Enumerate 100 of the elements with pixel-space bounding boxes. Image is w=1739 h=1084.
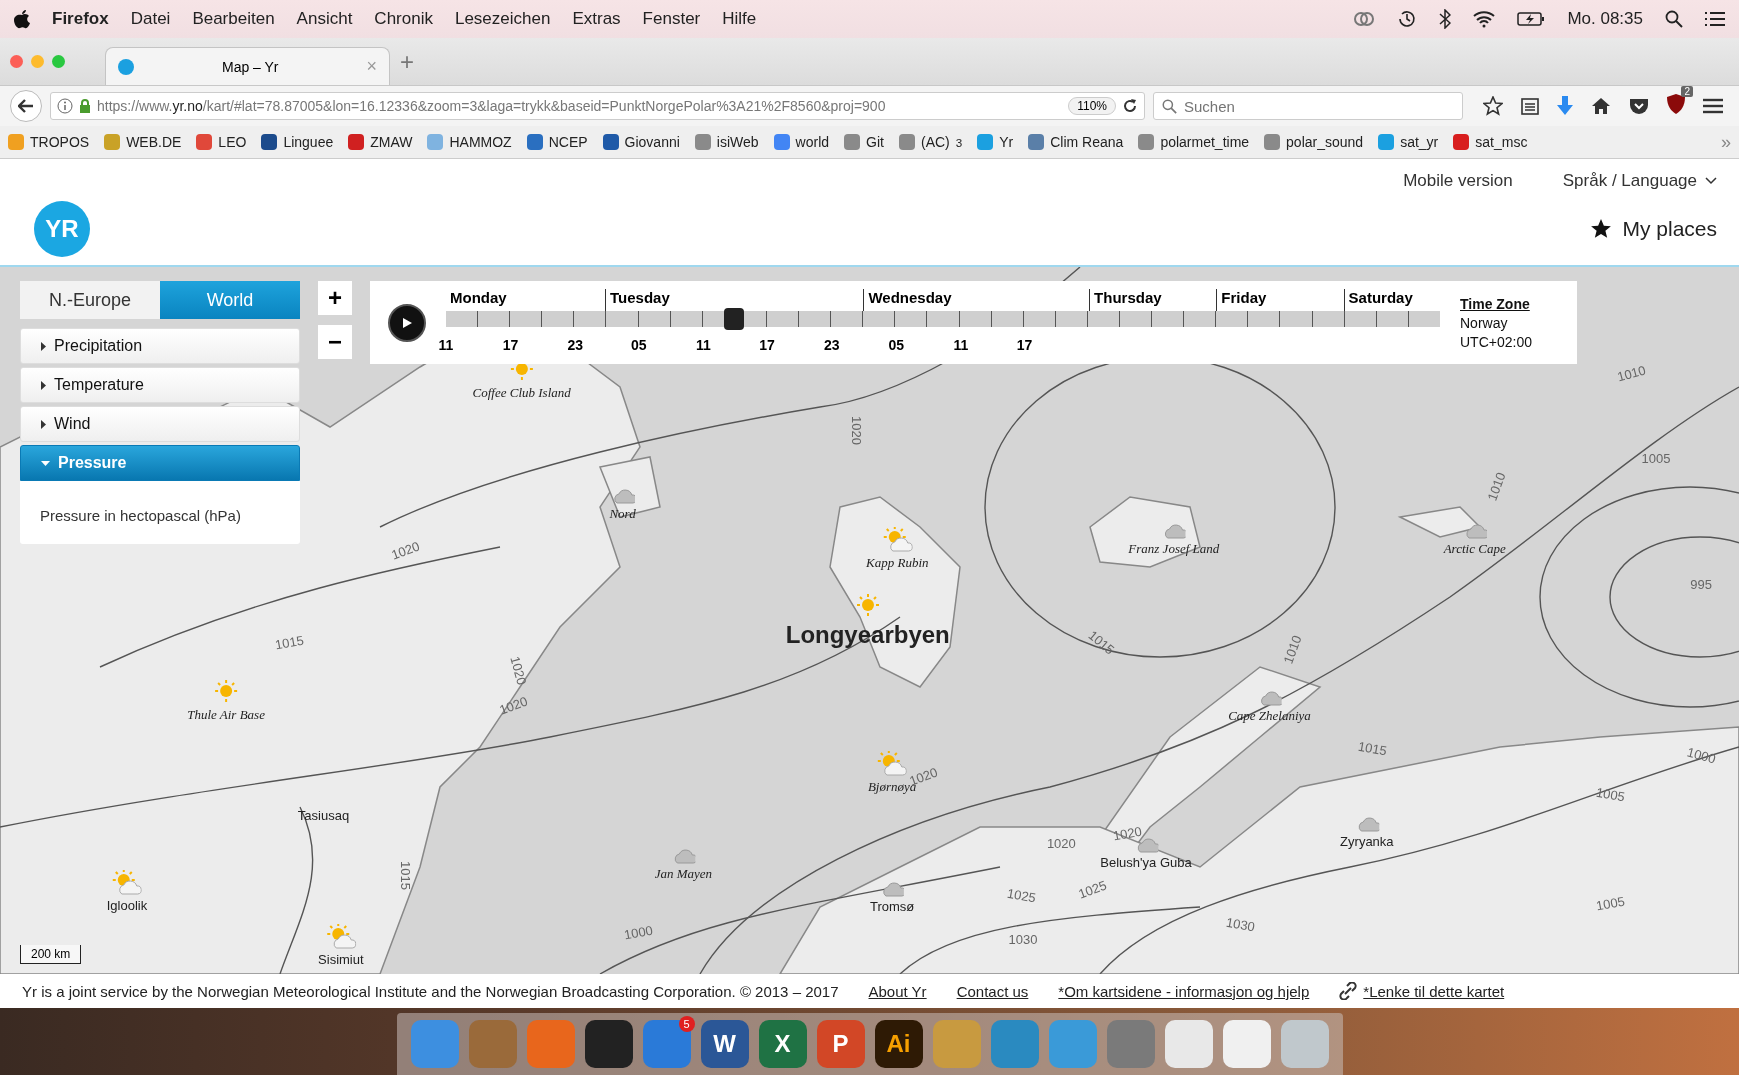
bookmark-item[interactable]: TROPOS	[8, 134, 90, 150]
layer-item[interactable]: Precipitation	[20, 328, 300, 364]
bookmark-item[interactable]: polar_sound	[1264, 134, 1364, 150]
zoom-in-button[interactable]: +	[318, 281, 352, 315]
menu-app-name[interactable]: Firefox	[52, 9, 109, 29]
info-icon[interactable]	[57, 98, 73, 114]
bookmark-star-icon[interactable]	[1483, 96, 1503, 116]
new-tab-button[interactable]: +	[400, 47, 414, 76]
mobile-version-link[interactable]: Mobile version	[1403, 171, 1513, 191]
lock-icon[interactable]	[79, 98, 91, 114]
dock-app-icon[interactable]: P	[816, 1020, 865, 1068]
zoom-level-button[interactable]: 110%	[1068, 97, 1116, 115]
menu-item[interactable]: Hilfe	[722, 9, 757, 29]
star-icon[interactable]	[1590, 218, 1613, 240]
isobar-label: 1020	[1046, 836, 1076, 852]
footer-link[interactable]: Contact us	[956, 982, 1029, 1000]
search-icon[interactable]	[1665, 10, 1683, 28]
hour-label: 11	[696, 336, 711, 353]
timeline-handle[interactable]	[724, 307, 745, 330]
my-places-link[interactable]: My places	[1622, 217, 1717, 241]
bookmark-item[interactable]: sat_msc	[1453, 134, 1528, 150]
chevron-down-icon[interactable]	[1705, 177, 1717, 185]
zoom-out-button[interactable]: −	[318, 325, 352, 359]
place-label[interactable]: Zyryanka	[1340, 833, 1394, 849]
language-menu[interactable]: Språk / Language	[1562, 171, 1717, 191]
bookmark-item[interactable]: ZMAW	[348, 134, 413, 150]
bookmark-item[interactable]: HAMMOZ	[427, 134, 512, 150]
bookmark-item[interactable]: Linguee	[261, 134, 334, 150]
isobar-label: 1025	[1076, 877, 1109, 902]
menu-item[interactable]: Fenster	[642, 9, 701, 29]
back-arrow-icon[interactable]	[18, 99, 34, 113]
address-bar[interactable]: https://www.yr.no/kart/#lat=78.87005&lon=16.12336&zoom=3&laga=trykk&baseid=PunktNorgePolar%3A21%2F8560&proj=900 110%	[50, 92, 1145, 120]
timeline-track[interactable]	[446, 310, 1440, 327]
place-label[interactable]: Belush'ya Guba	[1100, 855, 1192, 871]
list-icon[interactable]	[1705, 11, 1725, 27]
dock-app-icon[interactable]	[584, 1020, 633, 1068]
caret-right-icon[interactable]	[41, 341, 46, 351]
place-label[interactable]: Tromsø	[869, 898, 915, 914]
download-arrow-icon[interactable]	[1557, 96, 1573, 116]
search-field[interactable]: Suchen	[1153, 92, 1463, 120]
place-label[interactable]: Nord	[609, 505, 636, 522]
bluetooth-icon[interactable]	[1439, 9, 1452, 29]
menu-item[interactable]: Ansicht	[296, 9, 353, 29]
place-label[interactable]: Coffee Club Island	[472, 385, 571, 402]
layer-item[interactable]: Wind	[20, 406, 300, 442]
menu-item[interactable]: Extras	[572, 9, 621, 29]
bookmark-item[interactable]: isiWeb	[694, 134, 759, 150]
time-zone-link[interactable]: Time Zone	[1460, 295, 1532, 312]
link-icon[interactable]	[1339, 982, 1358, 1000]
place-label[interactable]: Igloolik	[106, 898, 148, 914]
footer-link[interactable]: About Yr	[868, 982, 927, 1000]
reload-icon[interactable]	[1122, 98, 1138, 114]
hour-label: 05	[888, 336, 905, 353]
bookmark-item[interactable]: WEB.DE	[104, 134, 182, 150]
dock-app-icon[interactable]: X	[758, 1020, 807, 1068]
menu-clock[interactable]: Mo. 08:35	[1567, 9, 1643, 29]
bookmark-item[interactable]: sat_yr	[1378, 134, 1439, 150]
shield-icon[interactable]	[1667, 94, 1685, 114]
bookmark-item[interactable]: Clim Reana	[1028, 134, 1124, 150]
bookmark-item[interactable]: Giovanni	[602, 134, 680, 150]
wifi-icon[interactable]	[1473, 10, 1496, 28]
menu-item[interactable]: Bearbeiten	[192, 9, 275, 29]
footer-link[interactable]: *Lenke til dette kartet	[1363, 982, 1505, 1000]
play-button[interactable]	[388, 303, 426, 342]
caret-right-icon[interactable]	[41, 380, 46, 390]
menu-item[interactable]: Datei	[130, 9, 171, 29]
dock-app-icon[interactable]: W	[700, 1020, 749, 1068]
battery-icon[interactable]	[1517, 11, 1546, 27]
apple-logo-icon[interactable]	[14, 9, 30, 29]
menu-item[interactable]: Lesezeichen	[454, 9, 551, 29]
place-label[interactable]: Sisimiut	[318, 951, 364, 967]
caret-right-icon[interactable]	[41, 419, 46, 429]
dock-app-icon[interactable]	[1222, 1020, 1271, 1068]
bookmark-item[interactable]: LEO	[196, 134, 247, 150]
menu-icon[interactable]	[1703, 98, 1723, 114]
bookmark-item[interactable]: world	[773, 134, 830, 150]
pocket-icon[interactable]	[1629, 97, 1649, 115]
menu-item[interactable]: Chronik	[374, 9, 433, 29]
layer-item[interactable]: Pressure	[20, 445, 300, 481]
reader-list-icon[interactable]	[1521, 97, 1539, 115]
place-label[interactable]: Thule Air Base	[187, 707, 265, 723]
bookmark-item[interactable]: Yr	[977, 134, 1014, 150]
play-icon[interactable]	[401, 316, 413, 329]
bookmark-item[interactable]: Git	[844, 134, 884, 150]
bookmark-item[interactable]: NCEP	[526, 134, 588, 150]
history-clock-icon[interactable]	[1397, 9, 1418, 29]
place-label[interactable]: Franz Josef Land	[1128, 540, 1220, 557]
region-tab[interactable]: N.-Europe	[20, 281, 160, 319]
back-button[interactable]	[10, 90, 42, 122]
place-label[interactable]: Arctic Cape	[1443, 540, 1506, 557]
cloud-rings-icon[interactable]	[1353, 11, 1376, 27]
dock-app-icon[interactable]: Ai	[874, 1020, 923, 1068]
browser-tab[interactable]: Map – Yr ×	[105, 47, 390, 85]
place-label[interactable]: Kapp Rubin	[866, 555, 929, 571]
caret-down-icon[interactable]	[41, 460, 50, 466]
layer-item[interactable]: Temperature	[20, 367, 300, 403]
home-icon[interactable]	[1591, 97, 1611, 115]
bookmark-item[interactable]: polarmet_time	[1138, 134, 1250, 150]
place-label[interactable]: Jan Mayen	[654, 866, 713, 883]
footer-link[interactable]: *Om kartsidene - informasjon og hjelp	[1058, 982, 1310, 1000]
